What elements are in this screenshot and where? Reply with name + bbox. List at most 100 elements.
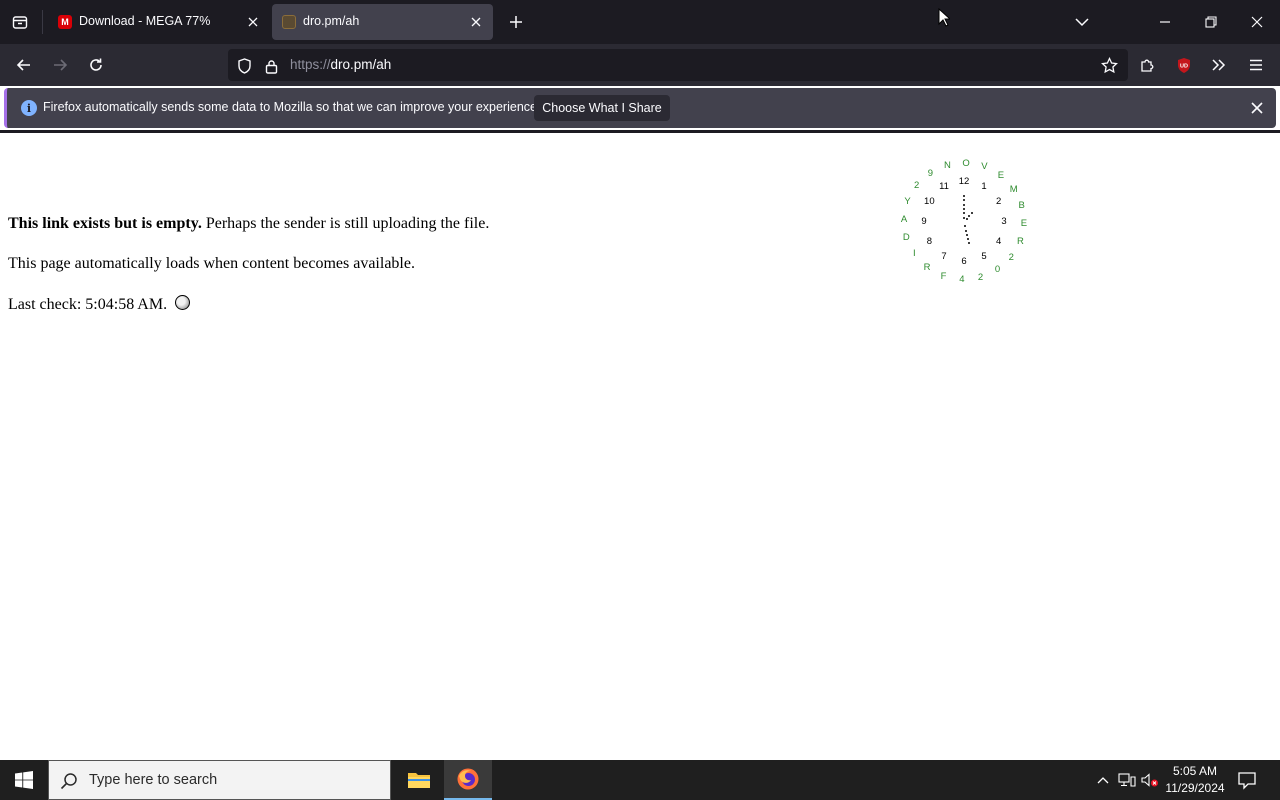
mouse-cursor-icon xyxy=(938,8,950,27)
tab-close-icon[interactable] xyxy=(244,13,262,31)
url-scheme: https:// xyxy=(290,57,331,72)
list-all-tabs-chevron-down-icon[interactable] xyxy=(1068,8,1096,36)
clock-hand-dot xyxy=(968,214,971,217)
minimize-button[interactable] xyxy=(1151,8,1179,36)
clock-date-letter: N xyxy=(943,160,951,172)
restore-button[interactable] xyxy=(1197,8,1225,36)
empty-link-message: This link exists but is empty. Perhaps t… xyxy=(8,215,489,233)
clock-hand-dot xyxy=(963,208,965,210)
system-clock[interactable]: 5:05 AM 11/29/2024 xyxy=(1158,763,1232,797)
back-button[interactable] xyxy=(9,50,39,80)
info-icon: i xyxy=(21,100,37,116)
volume-muted-icon[interactable] xyxy=(1140,771,1160,789)
windows-taskbar: Type here to search 5:05 AM 11/29/2024 xyxy=(0,760,1280,800)
clock-numeral: 11 xyxy=(939,181,949,193)
taskbar-search-box[interactable]: Type here to search xyxy=(48,760,391,800)
tab-separator xyxy=(42,10,43,34)
clock-date-letter: I xyxy=(912,248,916,260)
clock-date-letter: M xyxy=(1009,183,1018,195)
bookmark-star-icon[interactable] xyxy=(1094,50,1124,80)
clock-numeral: 8 xyxy=(926,236,932,247)
last-check-line: Last check: 5:04:58 AM. xyxy=(8,295,191,314)
clock-date-letter: R xyxy=(923,261,931,273)
navigation-toolbar: https://dro.pm/ah UD xyxy=(0,44,1280,86)
clock-date-letter: 2 xyxy=(914,180,920,192)
clock-hand-dot xyxy=(963,212,965,215)
firefox-taskbar-icon[interactable] xyxy=(444,760,492,800)
new-tab-button[interactable] xyxy=(502,8,530,36)
clock-numeral: 10 xyxy=(924,196,935,207)
clock-date-letter: Y xyxy=(904,196,911,208)
overflow-menu-chevrons-icon[interactable] xyxy=(1204,50,1234,80)
tracking-protection-shield-icon[interactable] xyxy=(235,57,253,75)
clock-date-letter: R xyxy=(1016,235,1024,247)
analog-clock-widget: 12 1 2 3 4 5 6 7 8 9 10 11 N O V E M B E R 2 0 2 4 F R I D A Y 2 9 xyxy=(893,153,1037,293)
clock-hand-dot xyxy=(963,216,965,219)
clock-hand-dot xyxy=(963,203,965,206)
page-content: This link exists but is empty. Perhaps t… xyxy=(0,133,1280,760)
system-date: 11/29/2024 xyxy=(1165,781,1225,795)
clock-date-letter: 9 xyxy=(927,167,934,179)
clock-date-letter: 2 xyxy=(977,271,984,283)
clock-hand-dot xyxy=(963,199,965,202)
clock-date-letter: B xyxy=(1018,199,1025,211)
notification-message: Firefox automatically sends some data to… xyxy=(43,100,541,114)
clock-numeral: 2 xyxy=(995,196,1002,207)
system-time: 5:05 AM xyxy=(1172,764,1218,778)
clock-date-letter: E xyxy=(1020,217,1028,229)
last-check-text: Last check: 5:04:58 AM. xyxy=(8,296,168,313)
clock-date-letter: F xyxy=(940,270,947,282)
address-bar[interactable]: https://dro.pm/ah xyxy=(228,49,1128,81)
action-center-notification-icon[interactable] xyxy=(1236,769,1258,791)
reload-button[interactable] xyxy=(81,50,111,80)
clock-numeral: 12 xyxy=(958,176,970,187)
clock-hand-dot xyxy=(966,238,969,241)
clock-hand-dot xyxy=(970,211,973,214)
data-collection-notification-bar: i Firefox automatically sends some data … xyxy=(4,88,1276,128)
tab-mega-download[interactable]: M Download - MEGA 77% xyxy=(48,4,270,40)
clock-hand-dot xyxy=(963,225,966,228)
tab-title: dro.pm/ah xyxy=(303,14,360,28)
file-explorer-icon[interactable] xyxy=(395,760,443,800)
clock-hand-dot xyxy=(967,242,970,245)
ublock-origin-icon[interactable]: UD xyxy=(1169,50,1199,80)
clock-numeral: 9 xyxy=(921,216,927,227)
svg-text:UD: UD xyxy=(1180,63,1188,69)
clock-hand-dot xyxy=(964,229,967,232)
clock-hand-dot xyxy=(963,195,965,197)
browser-titlebar: M Download - MEGA 77% dro.pm/ah xyxy=(0,0,1280,44)
tab-manager-icon[interactable] xyxy=(4,6,36,38)
network-icon[interactable] xyxy=(1117,771,1137,789)
clock-numeral: 1 xyxy=(981,181,987,193)
auto-load-message: This page automatically loads when conte… xyxy=(8,255,415,272)
clock-date-letter: 4 xyxy=(959,273,965,285)
tab-dro-pm[interactable]: dro.pm/ah xyxy=(272,4,493,40)
clock-numeral: 7 xyxy=(941,250,947,262)
moon-phase-icon xyxy=(175,295,191,310)
clock-date-letter: V xyxy=(981,161,988,173)
choose-what-i-share-button[interactable]: Choose What I Share xyxy=(534,95,670,121)
lock-icon[interactable] xyxy=(262,57,280,75)
url-text[interactable]: https://dro.pm/ah xyxy=(290,57,391,72)
start-windows-icon[interactable] xyxy=(0,760,48,800)
hamburger-menu-icon[interactable] xyxy=(1241,50,1271,80)
search-icon xyxy=(60,773,77,790)
forward-button[interactable] xyxy=(45,50,75,80)
clock-hand-dot xyxy=(965,233,968,236)
empty-link-bold: This link exists but is empty. xyxy=(8,215,202,232)
clock-numeral: 4 xyxy=(995,236,1002,247)
extensions-puzzle-icon[interactable] xyxy=(1133,50,1163,80)
clock-date-letter: E xyxy=(997,170,1005,182)
close-notification-icon[interactable] xyxy=(1246,97,1268,119)
clock-hand-dot xyxy=(965,217,968,220)
clock-numeral: 6 xyxy=(961,256,967,267)
close-window-button[interactable] xyxy=(1243,8,1271,36)
clock-date-letter: 2 xyxy=(1008,251,1014,263)
tab-close-icon[interactable] xyxy=(467,13,485,31)
empty-link-rest: Perhaps the sender is still uploading th… xyxy=(201,215,490,232)
mega-favicon-icon: M xyxy=(58,15,72,29)
url-host-path: dro.pm/ah xyxy=(330,57,392,72)
search-placeholder: Type here to search xyxy=(89,772,218,788)
show-hidden-icons-chevron-up-icon[interactable] xyxy=(1093,771,1113,789)
clock-date-letter: A xyxy=(900,214,908,226)
